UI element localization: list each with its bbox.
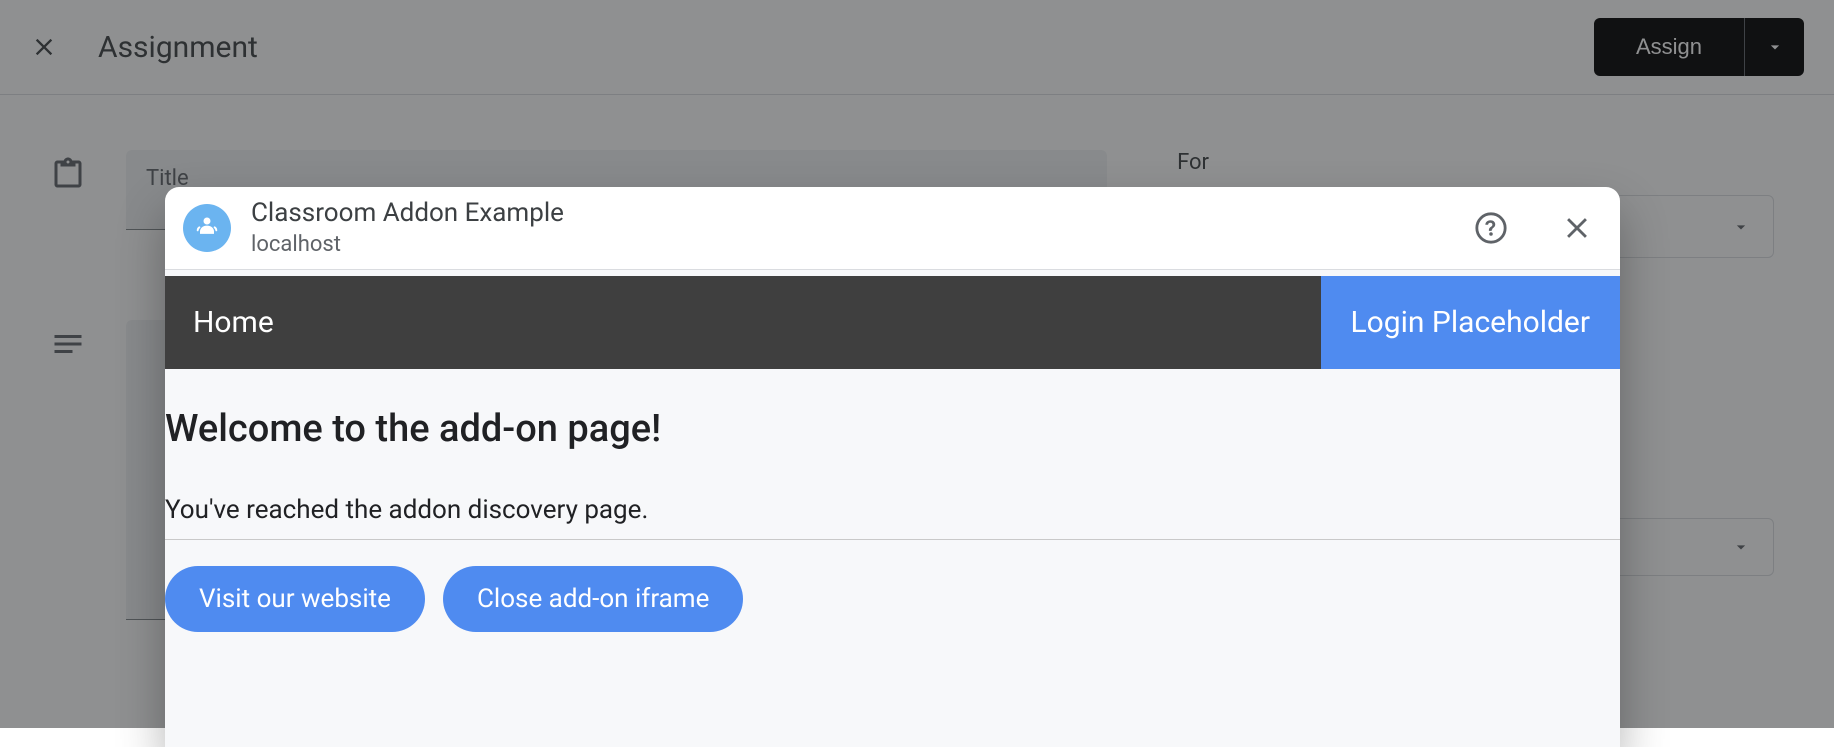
addon-modal-subtitle: localhost [251,231,1454,260]
addon-modal-header: Classroom Addon Example localhost [165,187,1620,270]
close-icon[interactable] [1560,211,1594,245]
divider [165,539,1620,540]
addon-icon [183,204,231,252]
addon-content: Welcome to the add-on page! You've reach… [165,369,1620,632]
addon-modal-actions [1474,211,1594,245]
addon-modal-title: Classroom Addon Example [251,197,1454,231]
addon-button-row: Visit our website Close add-on iframe [165,566,1620,632]
addon-heading: Welcome to the add-on page! [165,407,1620,451]
visit-website-button[interactable]: Visit our website [165,566,425,632]
nav-login-placeholder[interactable]: Login Placeholder [1321,276,1621,369]
addon-body-text: You've reached the addon discovery page. [165,495,1620,525]
addon-modal: Classroom Addon Example localhost Home L… [165,187,1620,747]
nav-home[interactable]: Home [165,276,1321,369]
help-icon[interactable] [1474,211,1508,245]
addon-nav: Home Login Placeholder [165,276,1620,369]
addon-iframe-body: Home Login Placeholder Welcome to the ad… [165,270,1620,747]
close-iframe-button[interactable]: Close add-on iframe [443,566,743,632]
addon-modal-titles: Classroom Addon Example localhost [251,197,1454,259]
